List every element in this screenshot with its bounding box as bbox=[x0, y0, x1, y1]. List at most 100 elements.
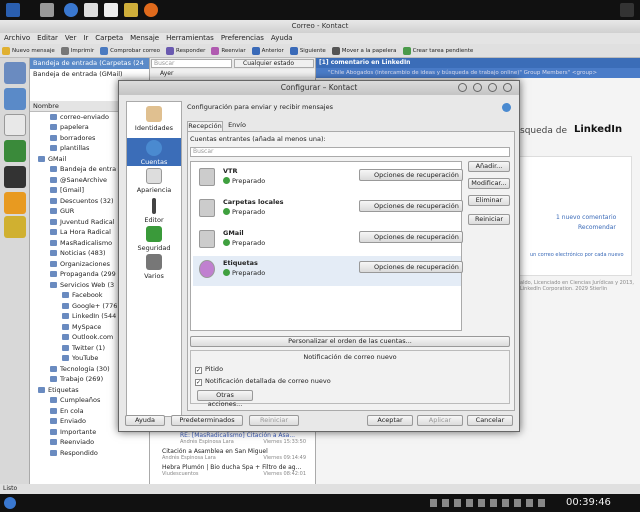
folder-icon bbox=[62, 323, 69, 330]
journal-app-icon[interactable] bbox=[4, 166, 26, 188]
folder-icon bbox=[50, 229, 57, 235]
other-actions-button[interactable]: Otras acciones... bbox=[197, 390, 253, 408]
list-item[interactable]: Reenviado bbox=[30, 437, 149, 448]
add-account-button[interactable]: Añadir... bbox=[468, 161, 510, 172]
move-to-trash-button[interactable]: Mover a la papelera bbox=[331, 44, 397, 57]
remove-account-button[interactable]: Eliminar bbox=[468, 195, 510, 206]
defaults-button[interactable]: Predeterminados bbox=[171, 415, 243, 426]
pen-icon bbox=[152, 198, 156, 214]
menu-carpeta[interactable]: Carpeta bbox=[95, 33, 123, 44]
chat-icon[interactable] bbox=[104, 3, 118, 17]
apply-button[interactable]: Aplicar bbox=[417, 415, 463, 426]
list-item[interactable]: Respondido bbox=[30, 448, 149, 459]
accounts-search-input[interactable]: Buscar bbox=[190, 147, 510, 157]
status-filter-select[interactable]: Cualquier estado bbox=[234, 59, 314, 68]
menu-herramientas[interactable]: Herramientas bbox=[166, 33, 214, 44]
email-pref-link[interactable]: un correo electrónico por cada nuevo bbox=[530, 252, 624, 258]
image-viewer-icon[interactable] bbox=[124, 3, 138, 17]
document-icon[interactable] bbox=[84, 3, 98, 17]
kde-menu-icon[interactable] bbox=[4, 497, 16, 509]
list-item[interactable]: VTR Preparado Opciones de recuperación bbox=[193, 164, 463, 194]
mail-icon[interactable] bbox=[40, 3, 54, 17]
nav-seguridad[interactable]: Seguridad bbox=[127, 226, 181, 252]
tab-recepcion[interactable]: Recepción bbox=[187, 121, 223, 131]
mail-app-icon[interactable] bbox=[4, 62, 26, 84]
table-row[interactable]: Hebra Plumón | Bio ducha Spa + Filtro de… bbox=[150, 464, 315, 480]
appearance-icon bbox=[146, 168, 162, 184]
panel-close-icon[interactable] bbox=[620, 3, 634, 17]
notes-app-icon[interactable] bbox=[4, 88, 26, 110]
cancel-button[interactable]: Cancelar bbox=[467, 415, 513, 426]
nav-apariencia[interactable]: Apariencia bbox=[127, 168, 181, 194]
previous-icon bbox=[251, 46, 260, 55]
nav-editor[interactable]: Editor bbox=[127, 198, 181, 224]
previous-button[interactable]: Anterior bbox=[251, 44, 284, 57]
identity-icon bbox=[146, 106, 162, 122]
menu-ver[interactable]: Ver bbox=[65, 33, 76, 44]
search-input[interactable]: Buscar bbox=[151, 59, 232, 68]
tab-envio[interactable]: Envío bbox=[225, 121, 249, 131]
forward-button[interactable]: Reenviar bbox=[211, 44, 246, 57]
retrieval-options-button[interactable]: Opciones de recuperación bbox=[359, 261, 463, 273]
firefox-icon[interactable] bbox=[144, 3, 158, 17]
restart-account-button[interactable]: Reiniciar bbox=[468, 214, 510, 225]
status-ok-icon bbox=[223, 239, 230, 246]
app-launcher-icon[interactable] bbox=[6, 3, 20, 17]
check-mail-button[interactable]: Comprobar correo bbox=[100, 44, 160, 57]
menu-editar[interactable]: Editar bbox=[37, 33, 58, 44]
help-button[interactable]: Ayuda bbox=[125, 415, 165, 426]
calendar-app-icon[interactable] bbox=[4, 114, 26, 136]
new-message-button[interactable]: Nuevo mensaje bbox=[2, 44, 55, 57]
list-item[interactable]: Carpetas locales Preparado Opciones de r… bbox=[193, 195, 463, 225]
contacts-app-icon[interactable] bbox=[4, 140, 26, 162]
menu-ir[interactable]: Ir bbox=[83, 33, 88, 44]
menu-preferencias[interactable]: Preferencias bbox=[221, 33, 264, 44]
help-icon[interactable] bbox=[458, 83, 467, 92]
folder-inbox-gmail[interactable]: Bandeja de entrada (GMail) bbox=[30, 69, 149, 80]
menu-archivo[interactable]: Archivo bbox=[4, 33, 30, 44]
table-row[interactable]: RE: [MasRadicalismo] Citación a Asa... A… bbox=[150, 432, 315, 448]
next-button[interactable]: Siguiente bbox=[289, 44, 326, 57]
table-row[interactable]: Citación a Asamblea en San Miguel Andrés… bbox=[150, 448, 315, 464]
retrieval-options-button[interactable]: Opciones de recuperación bbox=[359, 200, 463, 212]
browser-icon[interactable] bbox=[64, 3, 78, 17]
detailed-notification-checkbox[interactable]: ✓ Notificación detallada de correo nuevo bbox=[195, 377, 331, 386]
list-item[interactable]: Etiquetas Preparado Opciones de recupera… bbox=[193, 256, 463, 286]
preview-footer: aldo, Licenciado en Ciencias Jurídicas y… bbox=[520, 280, 634, 292]
new-message-icon bbox=[2, 46, 10, 55]
close-icon[interactable] bbox=[503, 83, 512, 92]
recommend-link[interactable]: Recomendar bbox=[578, 224, 616, 231]
feed-app-icon[interactable] bbox=[4, 192, 26, 214]
print-icon bbox=[60, 46, 69, 55]
retrieval-options-button[interactable]: Opciones de recuperación bbox=[359, 231, 463, 243]
todo-app-icon[interactable] bbox=[4, 216, 26, 238]
reply-button[interactable]: Responder bbox=[166, 44, 205, 57]
list-item[interactable]: GMail Preparado Opciones de recuperación bbox=[193, 226, 463, 256]
tray-icons bbox=[430, 499, 550, 507]
menu-ayuda[interactable]: Ayuda bbox=[271, 33, 293, 44]
folder-inbox-local[interactable]: Bandeja de entrada (Carpetas (24 bbox=[30, 58, 149, 69]
maximize-icon[interactable] bbox=[488, 83, 497, 92]
minimize-icon[interactable] bbox=[473, 83, 482, 92]
server-icon bbox=[199, 168, 215, 186]
shield-icon bbox=[146, 226, 162, 242]
nav-varios[interactable]: Varios bbox=[127, 254, 181, 280]
beep-checkbox[interactable]: ✓ Pitido bbox=[195, 365, 223, 374]
folder-icon bbox=[50, 218, 57, 225]
folder-icon bbox=[50, 271, 57, 277]
dialog-titlebar: Configurar – Kontact bbox=[119, 81, 519, 95]
nav-identidades[interactable]: Identidades bbox=[127, 106, 181, 136]
print-button[interactable]: Imprimir bbox=[60, 44, 94, 57]
reset-button[interactable]: Reiniciar bbox=[249, 415, 299, 426]
comment-link[interactable]: 1 nuevo comentario bbox=[556, 214, 616, 221]
folder-icon bbox=[50, 407, 57, 414]
clock[interactable]: 00:39:46 bbox=[566, 497, 611, 508]
ok-button[interactable]: Aceptar bbox=[367, 415, 413, 426]
customize-order-button[interactable]: Personalizar el orden de las cuentas... bbox=[190, 336, 510, 347]
nav-cuentas[interactable]: Cuentas bbox=[127, 138, 181, 166]
modify-account-button[interactable]: Modificar... bbox=[468, 178, 510, 189]
menu-mensaje[interactable]: Mensaje bbox=[130, 33, 159, 44]
create-todo-button[interactable]: Crear tarea pendiente bbox=[402, 44, 473, 57]
retrieval-options-button[interactable]: Opciones de recuperación bbox=[359, 169, 463, 181]
folder-icon bbox=[50, 145, 57, 151]
